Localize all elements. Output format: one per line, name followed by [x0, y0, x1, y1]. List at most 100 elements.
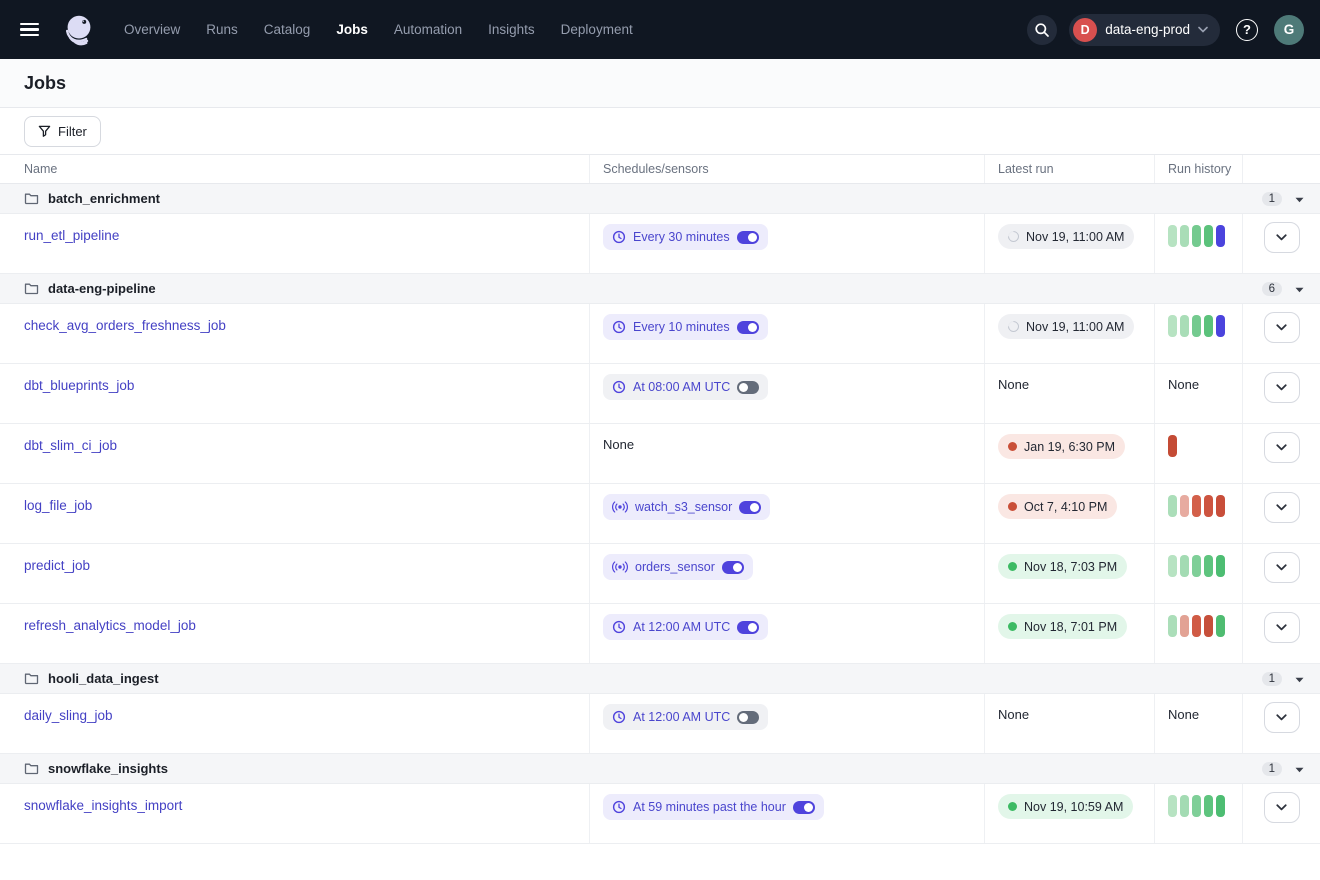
group-row[interactable]: batch_enrichment1: [0, 184, 1320, 214]
run-history-bar[interactable]: [1180, 615, 1189, 637]
latest-run-pill[interactable]: Oct 7, 4:10 PM: [998, 494, 1117, 519]
schedule-chip[interactable]: At 59 minutes past the hour: [603, 794, 824, 820]
table-row: run_etl_pipeline Every 30 minutes Nov 19, …: [0, 214, 1320, 274]
run-history-bar[interactable]: [1216, 555, 1225, 577]
caret-down-icon[interactable]: [1295, 767, 1304, 773]
nav-link-insights[interactable]: Insights: [488, 22, 535, 37]
group-collapse-toggle[interactable]: [1295, 280, 1304, 298]
latest-run-pill[interactable]: Nov 19, 11:00 AM: [998, 224, 1134, 249]
group-collapse-toggle[interactable]: [1295, 190, 1304, 208]
schedule-chip[interactable]: Every 30 minutes: [603, 224, 768, 250]
nav-link-jobs[interactable]: Jobs: [336, 22, 368, 37]
schedule-chip[interactable]: At 08:00 AM UTC: [603, 374, 768, 400]
run-history-bar[interactable]: [1216, 315, 1225, 337]
job-name-link[interactable]: snowflake_insights_import: [24, 798, 182, 813]
group-collapse-toggle[interactable]: [1295, 670, 1304, 688]
job-name-link[interactable]: refresh_analytics_model_job: [24, 618, 196, 633]
latest-run-pill[interactable]: Nov 19, 11:00 AM: [998, 314, 1134, 339]
latest-run-pill[interactable]: Nov 18, 7:03 PM: [998, 554, 1127, 579]
run-history-bar[interactable]: [1168, 795, 1177, 817]
sensor-chip[interactable]: watch_s3_sensor: [603, 494, 770, 520]
run-history-bar[interactable]: [1192, 315, 1201, 337]
job-menu-button[interactable]: [1264, 552, 1300, 583]
caret-down-icon[interactable]: [1295, 287, 1304, 293]
run-history-bar[interactable]: [1192, 495, 1201, 517]
caret-down-icon[interactable]: [1295, 677, 1304, 683]
job-name-link[interactable]: dbt_slim_ci_job: [24, 438, 117, 453]
run-history-bar[interactable]: [1216, 225, 1225, 247]
schedule-toggle[interactable]: [722, 561, 744, 574]
menu-icon[interactable]: [20, 17, 46, 43]
run-history-bar[interactable]: [1204, 495, 1213, 517]
user-avatar[interactable]: G: [1274, 15, 1304, 45]
run-history-bar[interactable]: [1168, 225, 1177, 247]
job-menu-button[interactable]: [1264, 612, 1300, 643]
run-history-bar[interactable]: [1168, 615, 1177, 637]
run-history-bar[interactable]: [1192, 555, 1201, 577]
schedule-toggle[interactable]: [737, 621, 759, 634]
run-history-bar[interactable]: [1192, 795, 1201, 817]
help-icon[interactable]: ?: [1232, 15, 1262, 45]
job-menu-button[interactable]: [1264, 792, 1300, 823]
schedule-toggle[interactable]: [793, 801, 815, 814]
run-history-bar[interactable]: [1216, 615, 1225, 637]
run-history-bar[interactable]: [1180, 315, 1189, 337]
group-row[interactable]: hooli_data_ingest1: [0, 664, 1320, 694]
run-history-bar[interactable]: [1180, 795, 1189, 817]
group-row[interactable]: data-eng-pipeline6: [0, 274, 1320, 304]
nav-link-runs[interactable]: Runs: [206, 22, 238, 37]
nav-link-overview[interactable]: Overview: [124, 22, 180, 37]
job-menu-button[interactable]: [1264, 372, 1300, 403]
job-menu-button[interactable]: [1264, 432, 1300, 463]
job-name-link[interactable]: check_avg_orders_freshness_job: [24, 318, 226, 333]
job-name-link[interactable]: predict_job: [24, 558, 90, 573]
schedule-toggle[interactable]: [739, 501, 761, 514]
run-history-bar[interactable]: [1168, 435, 1177, 457]
run-history-bar[interactable]: [1216, 795, 1225, 817]
group-row[interactable]: snowflake_insights1: [0, 754, 1320, 784]
search-icon[interactable]: [1027, 15, 1057, 45]
run-history-bar[interactable]: [1192, 615, 1201, 637]
run-history-bar[interactable]: [1204, 615, 1213, 637]
job-menu-button[interactable]: [1264, 222, 1300, 253]
latest-run-pill[interactable]: Nov 19, 10:59 AM: [998, 794, 1133, 819]
group-collapse-toggle[interactable]: [1295, 760, 1304, 778]
run-history-bar[interactable]: [1168, 315, 1177, 337]
run-history-bar[interactable]: [1204, 315, 1213, 337]
schedule-toggle[interactable]: [737, 321, 759, 334]
run-history-bar[interactable]: [1168, 495, 1177, 517]
sensor-chip[interactable]: orders_sensor: [603, 554, 753, 580]
nav-link-catalog[interactable]: Catalog: [264, 22, 311, 37]
deployment-switcher[interactable]: D data-eng-prod: [1069, 14, 1220, 46]
schedule-chip[interactable]: At 12:00 AM UTC: [603, 614, 768, 640]
latest-run-pill[interactable]: Jan 19, 6:30 PM: [998, 434, 1125, 459]
nav-link-automation[interactable]: Automation: [394, 22, 462, 37]
schedule-toggle[interactable]: [737, 381, 759, 394]
run-history-bar[interactable]: [1180, 555, 1189, 577]
caret-down-icon[interactable]: [1295, 197, 1304, 203]
schedule-chip[interactable]: At 12:00 AM UTC: [603, 704, 768, 730]
job-name-link[interactable]: log_file_job: [24, 498, 92, 513]
schedule-toggle[interactable]: [737, 711, 759, 724]
run-history-bar[interactable]: [1204, 225, 1213, 247]
filter-button[interactable]: Filter: [24, 116, 101, 147]
run-history-bar[interactable]: [1168, 555, 1177, 577]
run-history-bar[interactable]: [1192, 225, 1201, 247]
dagster-logo-icon[interactable]: [60, 10, 98, 50]
run-history-bar[interactable]: [1216, 495, 1225, 517]
nav-link-deployment[interactable]: Deployment: [561, 22, 633, 37]
job-name-link[interactable]: run_etl_pipeline: [24, 228, 119, 243]
run-history-bar[interactable]: [1180, 225, 1189, 247]
run-history-bar[interactable]: [1204, 795, 1213, 817]
job-name-link[interactable]: daily_sling_job: [24, 708, 113, 723]
schedule-chip[interactable]: Every 10 minutes: [603, 314, 768, 340]
job-menu-button[interactable]: [1264, 312, 1300, 343]
job-name-link[interactable]: dbt_blueprints_job: [24, 378, 134, 393]
job-menu-button[interactable]: [1264, 492, 1300, 523]
schedule-toggle[interactable]: [737, 231, 759, 244]
job-actions-cell: [1243, 364, 1320, 423]
run-history-bar[interactable]: [1180, 495, 1189, 517]
run-history-bar[interactable]: [1204, 555, 1213, 577]
latest-run-pill[interactable]: Nov 18, 7:01 PM: [998, 614, 1127, 639]
job-menu-button[interactable]: [1264, 702, 1300, 733]
